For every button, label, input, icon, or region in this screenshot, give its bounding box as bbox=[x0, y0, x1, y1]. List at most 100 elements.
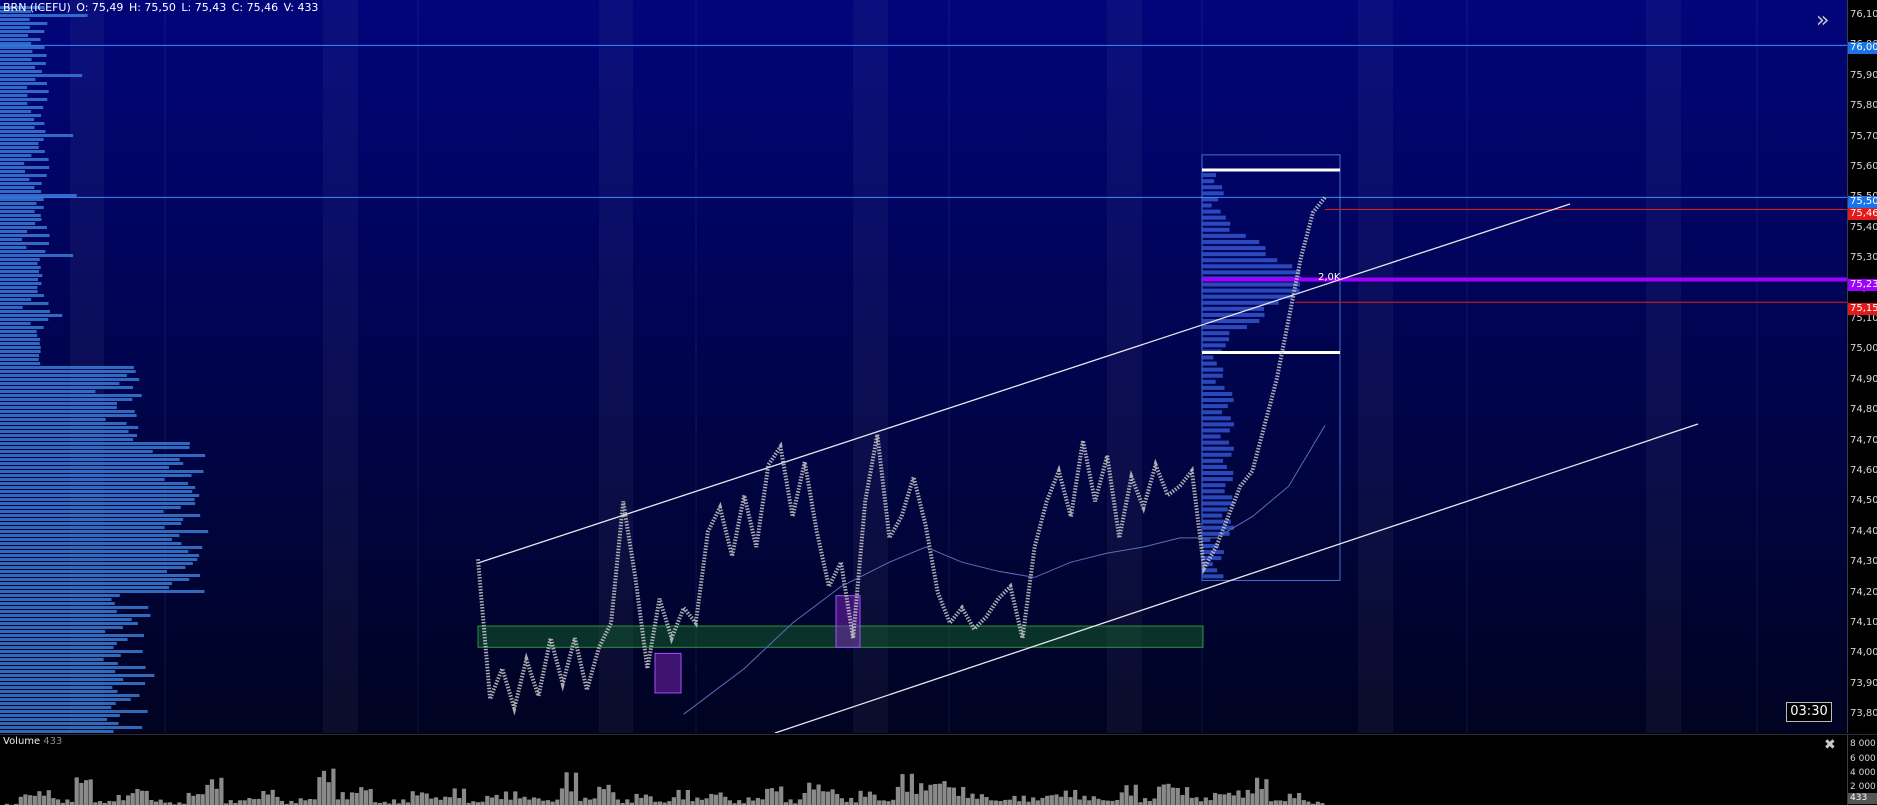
volume-profile-bar bbox=[0, 550, 189, 553]
session-profile-bar bbox=[1202, 355, 1214, 360]
price-axis[interactable]: 76,10 76,00 75,90 75,80 75,70 75,60 75,50 75,40… bbox=[1847, 0, 1877, 733]
volume-profile-bar bbox=[0, 42, 32, 45]
close-icon[interactable]: ✖ bbox=[1824, 737, 1836, 753]
volume-profile-bar bbox=[0, 278, 38, 281]
volume-bar bbox=[769, 788, 774, 805]
volume-bar bbox=[1180, 795, 1185, 805]
volume-tick: 8 000 bbox=[1850, 739, 1876, 749]
volume-bar bbox=[237, 800, 243, 805]
volume-profile-bar bbox=[0, 54, 47, 57]
volume-bar bbox=[149, 800, 154, 805]
volume-bar bbox=[713, 794, 718, 805]
volume-bar bbox=[517, 798, 523, 805]
price-tick-label: 74,10 bbox=[1850, 617, 1877, 628]
volume-bar bbox=[1297, 793, 1302, 805]
volume-profile-bar bbox=[0, 574, 201, 577]
volume-bar bbox=[746, 797, 751, 805]
volume-bar bbox=[140, 790, 145, 805]
volume-bar bbox=[1278, 800, 1283, 805]
volume-bar bbox=[895, 786, 900, 805]
volume-bar bbox=[937, 783, 942, 805]
volume-profile-bar bbox=[0, 718, 108, 721]
volume-title: Volume 433 bbox=[3, 736, 62, 747]
volume-bar bbox=[214, 788, 219, 805]
session-profile-bar bbox=[1202, 422, 1234, 427]
volume-bar bbox=[1306, 801, 1311, 805]
volume-pane[interactable]: Volume 433 ✖ bbox=[0, 734, 1847, 805]
price-tick-label: 74,80 bbox=[1850, 404, 1877, 416]
volume-bar bbox=[126, 795, 131, 805]
volume-bar bbox=[1035, 800, 1040, 805]
price-pane[interactable]: BRN (ICEFU) O: 75,49 H: 75,50 L: 75,43 C… bbox=[0, 0, 1847, 733]
volume-profile-bar bbox=[0, 170, 26, 173]
volume-profile-bar bbox=[0, 242, 50, 245]
volume-profile-bar bbox=[0, 18, 30, 21]
volume-profile-bar bbox=[0, 114, 42, 117]
symbol-label: BRN (ICEFU) bbox=[3, 1, 71, 14]
price-tag-last: 75,46 bbox=[1848, 208, 1877, 220]
volume-bar bbox=[1301, 800, 1306, 805]
session-profile-bar bbox=[1202, 288, 1300, 293]
session-profile-bar bbox=[1202, 185, 1223, 190]
volume-bar bbox=[830, 789, 835, 805]
volume-profile-bar bbox=[0, 638, 128, 641]
price-tick-label: 75,00 bbox=[1850, 343, 1877, 355]
volume-bar bbox=[1045, 795, 1050, 805]
price-chart-svg[interactable] bbox=[0, 0, 1847, 733]
volume-profile-bar bbox=[0, 214, 41, 217]
volume-profile-bar bbox=[0, 422, 127, 425]
volume-bar bbox=[573, 772, 579, 805]
volume-bar bbox=[471, 801, 476, 805]
volume-profile-bar bbox=[0, 622, 138, 625]
volume-profile-bar bbox=[0, 478, 165, 481]
volume-bar bbox=[751, 800, 756, 805]
volume-bar bbox=[597, 786, 602, 805]
volume-tag: 433 bbox=[1848, 793, 1877, 804]
volume-bar bbox=[424, 793, 429, 805]
session-profile-bar bbox=[1202, 404, 1228, 409]
volume-profile-bar bbox=[0, 558, 198, 561]
double-chevron-right-icon[interactable]: » bbox=[1816, 10, 1829, 32]
volume-profile-bar bbox=[0, 210, 35, 213]
volume-bar bbox=[457, 798, 462, 805]
volume-profile-bar bbox=[0, 302, 49, 305]
price-tick-label: 75,80 bbox=[1850, 100, 1877, 112]
volume-profile-bar bbox=[0, 262, 38, 265]
volume-profile-bar bbox=[0, 178, 30, 181]
session-profile-bar bbox=[1202, 343, 1226, 348]
session-profile-bar bbox=[1202, 191, 1224, 196]
volume-profile-bar bbox=[0, 382, 120, 385]
volume-profile-bar bbox=[0, 386, 133, 389]
volume-bar bbox=[648, 796, 653, 805]
session-profile-bar bbox=[1202, 233, 1246, 238]
volume-bar bbox=[56, 799, 61, 805]
volume-profile-bar bbox=[0, 350, 41, 353]
volume-profile-bar bbox=[0, 346, 41, 349]
volume-profile-bar bbox=[0, 70, 42, 73]
volume-profile-bar bbox=[0, 310, 50, 313]
volume-profile-bar bbox=[0, 218, 42, 221]
volume-bar bbox=[415, 795, 420, 805]
volume-bar bbox=[816, 784, 821, 805]
volume-profile-bar bbox=[0, 706, 112, 709]
volume-bar bbox=[1115, 800, 1120, 805]
volume-bar bbox=[1255, 777, 1260, 805]
volume-bar bbox=[1250, 793, 1255, 805]
volume-bar bbox=[643, 794, 648, 805]
volume-profile-bar bbox=[0, 390, 96, 393]
session-profile-bar bbox=[1202, 428, 1230, 433]
volume-bar bbox=[270, 789, 275, 805]
volume-bar bbox=[527, 799, 532, 805]
high-value: H: 75,50 bbox=[128, 1, 176, 14]
volume-bar bbox=[704, 798, 709, 805]
session-profile-bar bbox=[1202, 471, 1234, 475]
volume-bar bbox=[196, 794, 201, 805]
volume-bar bbox=[755, 797, 760, 805]
session-profile-bar bbox=[1202, 361, 1217, 366]
volume-profile-bar bbox=[0, 518, 184, 521]
volume-bar bbox=[555, 799, 560, 805]
volume-bar bbox=[18, 796, 23, 805]
session-profile-bar bbox=[1202, 367, 1224, 372]
price-tick-label: 74,50 bbox=[1850, 495, 1877, 507]
volume-bar bbox=[881, 800, 886, 805]
